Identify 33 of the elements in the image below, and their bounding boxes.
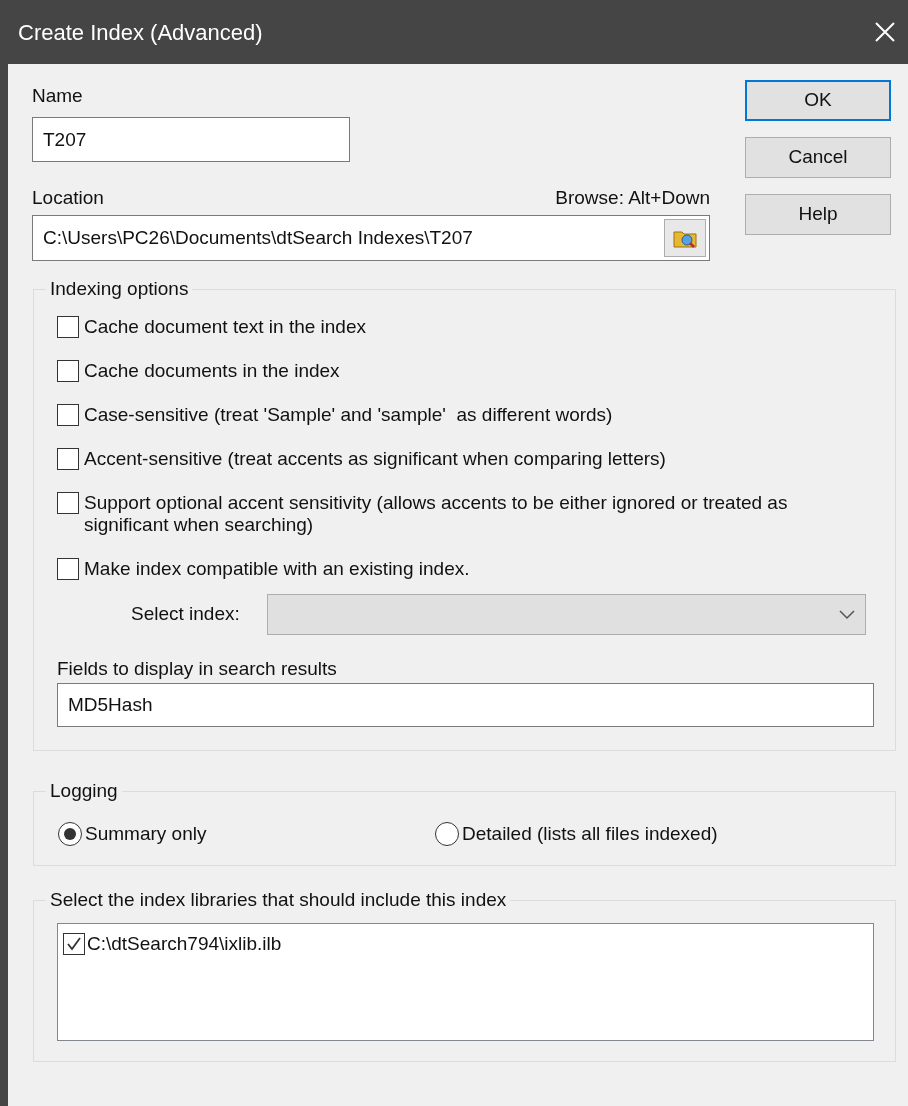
fields-input[interactable]: MD5Hash (57, 683, 874, 727)
checkbox[interactable] (57, 404, 79, 426)
radio-label: Detailed (lists all files indexed) (462, 822, 718, 846)
name-field[interactable]: T207 (32, 117, 350, 162)
library-path[interactable]: C:\dtSearch794\ixlib.ilb (87, 930, 282, 959)
chevron-down-icon (839, 609, 855, 620)
checkbox[interactable] (57, 492, 79, 514)
checkbox-label: Case-sensitive (treat 'Sample' and 'sample' as different words) (84, 404, 613, 426)
hint-text: Browse: Alt+Down (555, 185, 710, 210)
field-label: Location (32, 185, 104, 210)
library-list[interactable]: C:\dtSearch794\ixlib.ilb (57, 923, 874, 1041)
field-label: Name (32, 84, 84, 108)
field-label: Fields to display in search results (57, 657, 338, 681)
location-field[interactable]: C:\Users\PC26\Documents\dtSearch Indexes\T207 (32, 215, 710, 261)
checkbox-label: Make index compatible with an existing index. (84, 558, 470, 580)
browse-folder-icon[interactable] (664, 219, 706, 257)
checkbox[interactable] (57, 316, 79, 338)
checkbox[interactable] (63, 933, 85, 956)
checkbox-label: Cache document text in the index (84, 316, 366, 338)
dialog-button[interactable]: Help (745, 194, 891, 235)
radio-button[interactable] (58, 822, 82, 847)
dialog-button[interactable]: Cancel (745, 137, 891, 178)
checkbox[interactable] (57, 360, 79, 382)
checkbox[interactable] (57, 448, 79, 470)
checkbox[interactable] (57, 558, 79, 580)
checkbox-label: Support optional accent sensitivity (allows accents to be either ignored or treated as significant when searching) (84, 492, 789, 536)
radio-button[interactable] (435, 822, 459, 847)
checkbox-label: Accent-sensitive (treat accents as significant when comparing letters) (84, 448, 666, 470)
checkbox-label: Cache documents in the index (84, 360, 340, 382)
radio-label: Summary only (85, 822, 207, 846)
field-label: Select index: (131, 602, 241, 627)
window-title: Create Index (Advanced) (18, 18, 263, 47)
dialog-button[interactable]: OK (745, 80, 891, 121)
